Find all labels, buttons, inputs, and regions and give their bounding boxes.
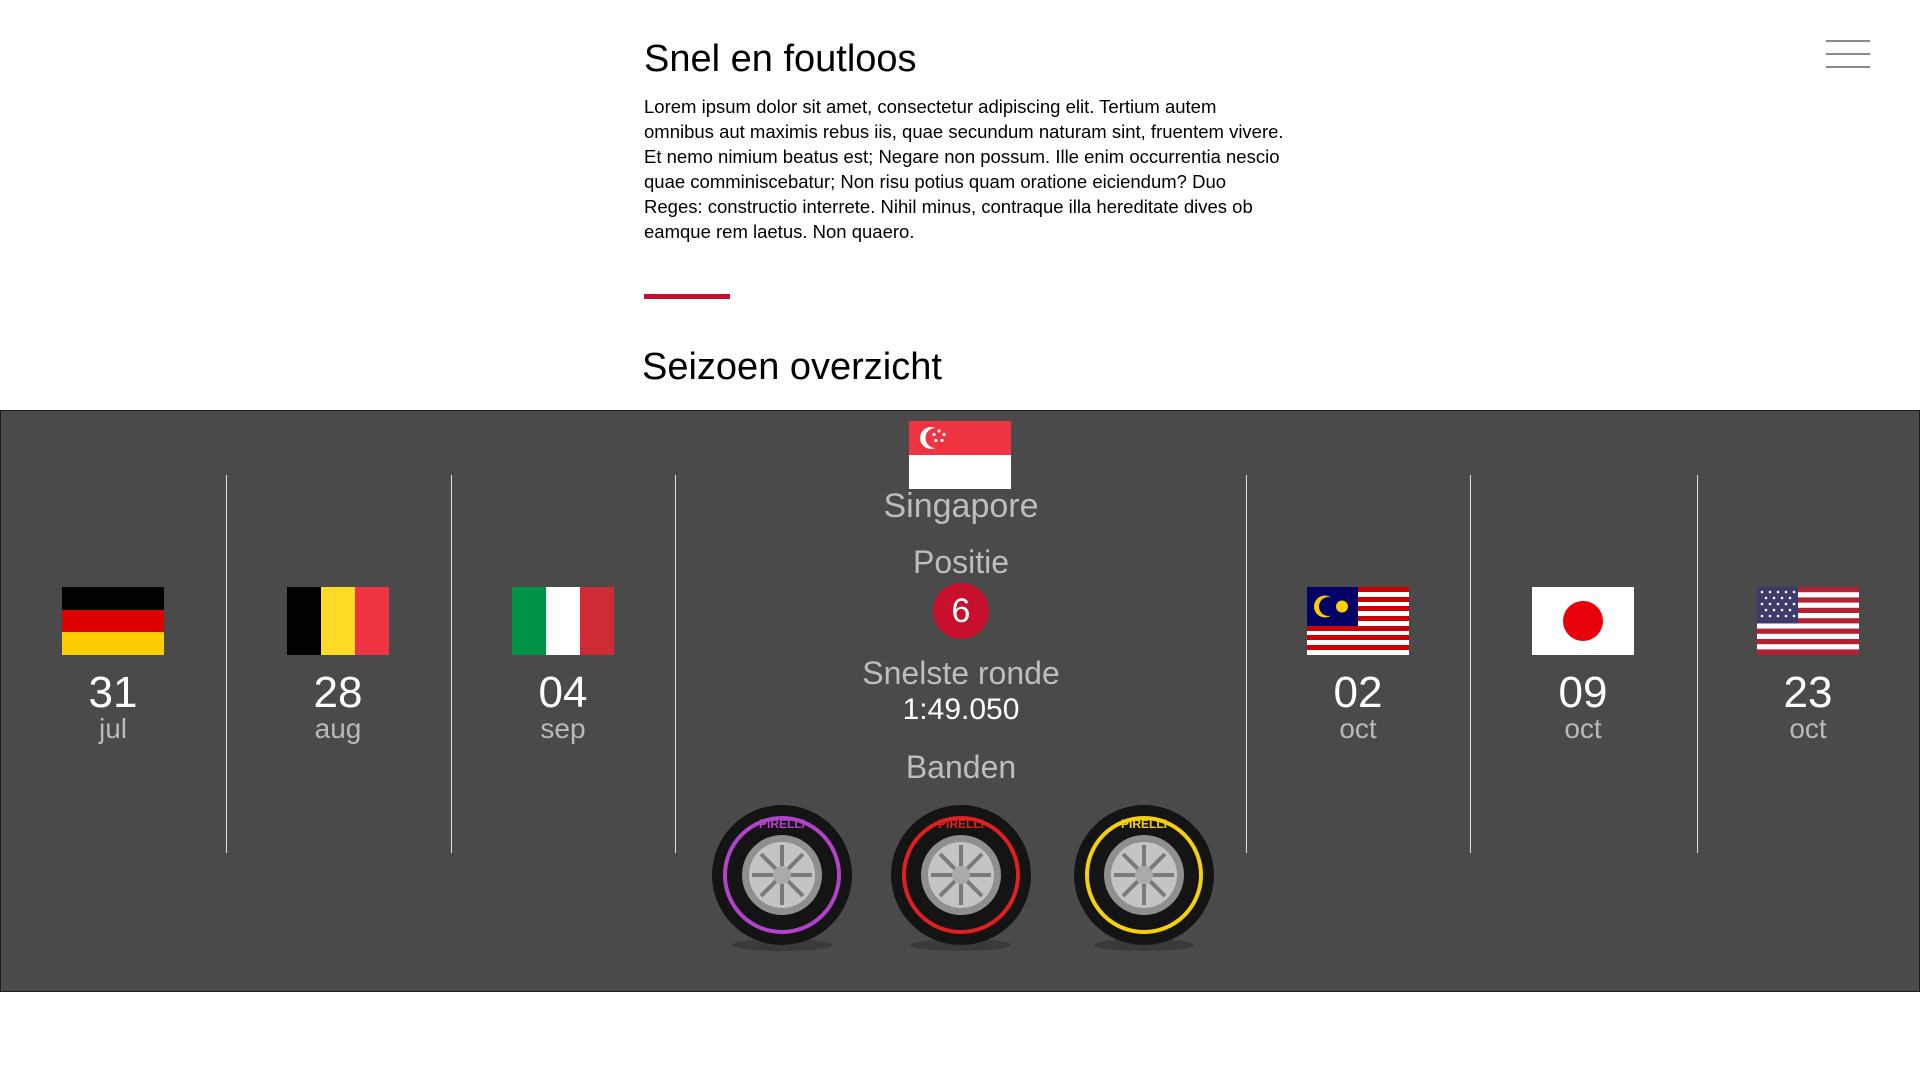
svg-text:PIRELLI: PIRELLI — [759, 817, 805, 831]
race-day: 04 — [538, 668, 588, 717]
usa-flag-icon — [1757, 587, 1859, 655]
japan-flag-icon — [1532, 587, 1634, 655]
hamburger-icon-line — [1826, 66, 1870, 68]
singapore-flag-icon — [909, 421, 1011, 489]
menu-button[interactable] — [1826, 40, 1870, 70]
featured-country: Singapore — [883, 487, 1039, 525]
race-month: oct — [1564, 713, 1602, 744]
tyre-icon-yellow: PIRELLI — [1074, 805, 1214, 951]
tyre-icon-purple: PIRELLI — [712, 805, 852, 951]
race-item-germany[interactable]: 31 jul — [48, 587, 178, 743]
race-day: 31 — [88, 668, 138, 717]
race-month: aug — [314, 713, 362, 744]
svg-text:PIRELLI: PIRELLI — [938, 817, 984, 831]
race-item-malaysia[interactable]: 02 oct — [1293, 587, 1423, 743]
intro-body: Lorem ipsum dolor sit amet, consectetur … — [644, 96, 1284, 242]
belgium-flag-icon — [287, 587, 389, 655]
column-divider — [1246, 475, 1247, 853]
season-title: Seizoen overzicht — [642, 346, 942, 388]
italy-flag-icon — [512, 587, 614, 655]
race-day: 02 — [1333, 668, 1383, 717]
race-month: sep — [540, 713, 586, 744]
hamburger-icon-line — [1826, 53, 1870, 55]
race-item-usa[interactable]: 23 oct — [1743, 587, 1873, 743]
race-item-belgium[interactable]: 28 aug — [273, 587, 403, 743]
fastest-lap-time: 1:49.050 — [902, 693, 1020, 726]
race-day: 23 — [1783, 668, 1833, 717]
accent-divider — [644, 294, 730, 299]
column-divider — [1470, 475, 1471, 853]
tyres-label: Banden — [905, 749, 1017, 785]
column-divider — [451, 475, 452, 853]
position-badge: 6 — [933, 583, 989, 639]
svg-text:PIRELLI: PIRELLI — [1121, 817, 1167, 831]
germany-flag-icon — [62, 587, 164, 655]
race-month: oct — [1789, 713, 1827, 744]
hamburger-icon-line — [1826, 40, 1870, 42]
intro-title: Snel en foutloos — [644, 38, 917, 80]
race-item-italy[interactable]: 04 sep — [498, 587, 628, 743]
column-divider — [1697, 475, 1698, 853]
column-divider — [226, 475, 227, 853]
race-day: 09 — [1558, 668, 1608, 717]
race-month: jul — [98, 713, 127, 744]
tyre-icon-red: PIRELLI — [891, 805, 1031, 951]
season-overview-panel: 31 jul 28 aug 04 sep Singapore Positie 6… — [0, 410, 1920, 992]
malaysia-flag-icon — [1307, 587, 1409, 655]
race-day: 28 — [313, 668, 363, 717]
position-label: Positie — [912, 544, 1010, 580]
race-item-japan[interactable]: 09 oct — [1518, 587, 1648, 743]
race-month: oct — [1339, 713, 1377, 744]
fastest-lap-label: Snelste ronde — [862, 655, 1060, 691]
column-divider — [675, 475, 676, 853]
